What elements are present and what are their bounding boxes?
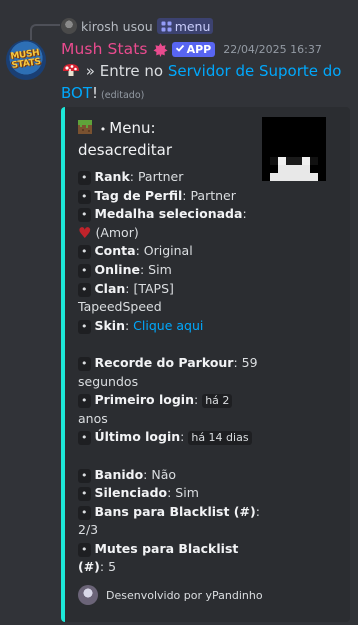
reply-avatar[interactable] bbox=[61, 18, 77, 34]
bullet-chip: • bbox=[78, 189, 91, 204]
player-name: desacreditar bbox=[78, 141, 172, 159]
reply-connector bbox=[30, 24, 60, 40]
last-login-chip: há 14 dias bbox=[188, 431, 252, 446]
author-name[interactable]: Mush Stats bbox=[61, 40, 148, 58]
mush-logo-icon: MUSH STATS bbox=[10, 48, 42, 71]
message-text-after: ! bbox=[92, 84, 99, 102]
bullet-chip: • bbox=[78, 356, 91, 371]
skin-link[interactable]: Clique aqui bbox=[133, 318, 203, 333]
edited-label: (editado) bbox=[101, 90, 145, 101]
app-badge: APP bbox=[171, 41, 216, 57]
grass-block-icon bbox=[78, 119, 92, 134]
bullet-chip: • bbox=[78, 487, 91, 502]
bullet-chip: • bbox=[78, 171, 91, 185]
embed-title-label: Menu: bbox=[109, 119, 156, 137]
bullet-chip: • bbox=[78, 431, 91, 446]
bullet-chip: • bbox=[78, 319, 91, 334]
message-text-before: » Entre no bbox=[85, 62, 168, 80]
field-muted: • Silenciado: Sim bbox=[78, 484, 261, 503]
heart-icon: ♥ bbox=[78, 223, 92, 242]
reply-action: usou bbox=[122, 18, 153, 34]
field-account: • Conta: Original bbox=[78, 242, 261, 261]
skin-thumbnail[interactable] bbox=[262, 117, 326, 193]
title-bullet: • bbox=[99, 123, 107, 136]
slash-command-icon bbox=[160, 20, 173, 33]
mushroom-emoji-icon bbox=[61, 62, 81, 78]
field-rank: • Rank: Partner bbox=[78, 168, 261, 187]
bullet-chip: • bbox=[78, 394, 91, 409]
bullet-chip: • bbox=[78, 208, 91, 223]
reply-command: menu bbox=[174, 18, 211, 34]
bullet-chip: • bbox=[78, 542, 91, 557]
bot-avatar[interactable]: MUSH STATS bbox=[6, 40, 46, 80]
reply-context[interactable]: kirosh usou menu bbox=[61, 17, 214, 35]
field-tag: • Tag de Perfil: Partner bbox=[78, 187, 261, 206]
bullet-chip: • bbox=[78, 245, 91, 260]
field-first-login: • Primeiro login: há 2 anos bbox=[78, 391, 261, 428]
embed-footer: Desenvolvido por yPandinho bbox=[78, 585, 263, 605]
first-login-chip: há 2 bbox=[202, 394, 233, 409]
field-mutes-blacklist: • Mutes para Blacklist (#): 5 bbox=[78, 540, 239, 575]
message-header: Mush Stats APP 22/04/2025 16:37 bbox=[61, 39, 322, 59]
bullet-chip: • bbox=[78, 468, 91, 483]
field-bans-blacklist: • Bans para Blacklist (#): 2/3 bbox=[78, 503, 260, 538]
field-skin: • Skin: Clique aqui bbox=[78, 317, 261, 336]
bullet-chip: • bbox=[78, 263, 91, 278]
field-medal: • Medalha selecionada: ♥ (Amor) bbox=[78, 206, 247, 242]
stats-embed: • Menu: desacreditar • Rank: Partner • Ta… bbox=[61, 107, 350, 622]
field-clan: • Clan: [TAPS] TapeedSpeed bbox=[78, 280, 174, 315]
field-last-login: • Último login: há 14 dias bbox=[78, 428, 261, 447]
embed-description: • Rank: Partner • Tag de Perfil: Partner… bbox=[78, 168, 261, 577]
embed-title: • Menu: desacreditar bbox=[78, 118, 253, 161]
flower-badge-icon bbox=[153, 42, 168, 57]
field-online: • Online: Sim bbox=[78, 261, 261, 280]
app-badge-label: APP bbox=[186, 42, 212, 56]
checkmark-icon bbox=[175, 43, 185, 56]
message-content: » Entre no Servidor de Suporte do BOT! (e… bbox=[61, 60, 346, 107]
field-parkour: • Recorde do Parkour: 59 segundos bbox=[78, 354, 258, 389]
message-timestamp[interactable]: 22/04/2025 16:37 bbox=[223, 43, 322, 56]
footer-avatar bbox=[78, 585, 98, 605]
reply-command-chip[interactable]: menu bbox=[156, 18, 214, 34]
field-banned: • Banido: Não bbox=[78, 466, 261, 485]
bullet-chip: • bbox=[78, 282, 91, 297]
bullet-chip: • bbox=[78, 505, 91, 520]
reply-username[interactable]: kirosh bbox=[81, 19, 119, 34]
footer-text: Desenvolvido por yPandinho bbox=[106, 588, 263, 602]
